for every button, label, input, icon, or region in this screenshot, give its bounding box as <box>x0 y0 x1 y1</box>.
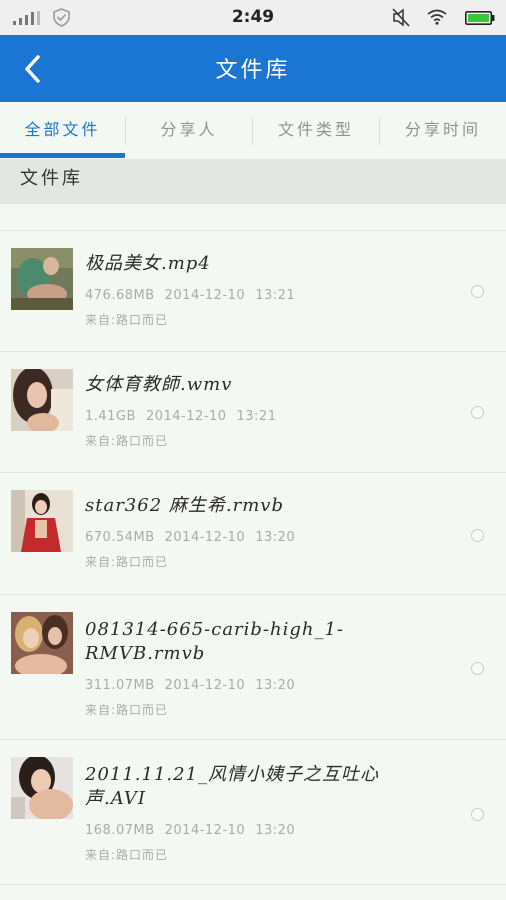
file-name: star362 麻生希.rmvb <box>85 495 284 516</box>
section-header: 文件库 <box>0 159 506 204</box>
title-bar: 文件库 <box>0 35 506 102</box>
file-time: 13:21 <box>236 409 277 424</box>
file-name: 极品美女.mp4 <box>85 253 211 274</box>
status-bar: 2:49 <box>0 0 506 35</box>
wifi-icon <box>427 9 447 25</box>
file-thumbnail <box>11 490 73 552</box>
file-date: 2014-12-10 <box>164 678 246 693</box>
tab-all-files[interactable]: 全部文件 <box>0 102 125 159</box>
list-item[interactable]: 女体育教師.wmv 1.41GB 2014-12-10 13:21 来自:路口而已 <box>0 352 506 473</box>
tab-bar: 全部文件 分享人 文件类型 分享时间 <box>0 102 506 159</box>
file-time: 13:20 <box>255 823 296 838</box>
file-thumbnail <box>11 369 73 431</box>
file-time: 13:20 <box>255 530 296 545</box>
file-thumbnail <box>11 612 73 674</box>
select-radio[interactable] <box>471 406 484 419</box>
file-size: 168.07MB <box>85 823 155 838</box>
file-size: 1.41GB <box>85 409 136 424</box>
file-source: 来自:路口而已 <box>85 703 169 717</box>
list-item[interactable]: star362 麻生希.rmvb 670.54MB 2014-12-10 13:20… <box>0 473 506 595</box>
file-size: 670.54MB <box>85 530 155 545</box>
file-source: 来自:路口而已 <box>85 848 169 862</box>
active-tab-indicator <box>0 153 125 158</box>
tab-file-type[interactable]: 文件类型 <box>253 102 379 159</box>
file-thumbnail <box>11 757 73 819</box>
select-radio[interactable] <box>471 285 484 298</box>
page-title: 文件库 <box>215 58 291 83</box>
file-time: 13:21 <box>255 288 296 303</box>
battery-icon <box>465 11 495 25</box>
file-date: 2014-12-10 <box>145 409 227 424</box>
select-radio[interactable] <box>471 662 484 675</box>
select-radio[interactable] <box>471 529 484 542</box>
file-time: 13:20 <box>255 678 296 693</box>
list-item[interactable]: 极品美女.mp4 476.68MB 2014-12-10 13:21 来自:路口而已 <box>0 231 506 352</box>
file-source: 来自:路口而已 <box>85 434 169 448</box>
file-size: 311.07MB <box>85 678 155 693</box>
list-item[interactable]: 2011.11.21_风情小姨子之互吐心声.AVI 168.07MB 2014-1… <box>0 740 506 885</box>
file-meta: 1.41GB 2014-12-10 13:21 <box>85 409 286 424</box>
file-date: 2014-12-10 <box>164 288 246 303</box>
list-item[interactable]: 081314-665-carib-high_1-RMVB.rmvb 311.07… <box>0 595 506 740</box>
file-name: 女体育教師.wmv <box>85 374 233 395</box>
tab-share-time[interactable]: 分享时间 <box>380 102 506 159</box>
file-meta: 476.68MB 2014-12-10 13:21 <box>85 288 305 303</box>
file-meta: 311.07MB 2014-12-10 13:20 <box>85 678 305 693</box>
file-name: 081314-665-carib-high_1-RMVB.rmvb <box>85 619 345 664</box>
file-source: 来自:路口而已 <box>85 555 169 569</box>
file-name: 2011.11.21_风情小姨子之互吐心声.AVI <box>85 764 380 809</box>
file-meta: 670.54MB 2014-12-10 13:20 <box>85 530 305 545</box>
select-radio[interactable] <box>471 808 484 821</box>
file-thumbnail <box>11 248 73 310</box>
file-date: 2014-12-10 <box>164 530 246 545</box>
file-date: 2014-12-10 <box>164 823 246 838</box>
tab-sharer[interactable]: 分享人 <box>126 102 252 159</box>
file-size: 476.68MB <box>85 288 155 303</box>
file-meta: 168.07MB 2014-12-10 13:20 <box>85 823 305 838</box>
file-source: 来自:路口而已 <box>85 313 169 327</box>
mute-icon <box>392 8 410 27</box>
list-item-partial[interactable] <box>0 204 506 231</box>
